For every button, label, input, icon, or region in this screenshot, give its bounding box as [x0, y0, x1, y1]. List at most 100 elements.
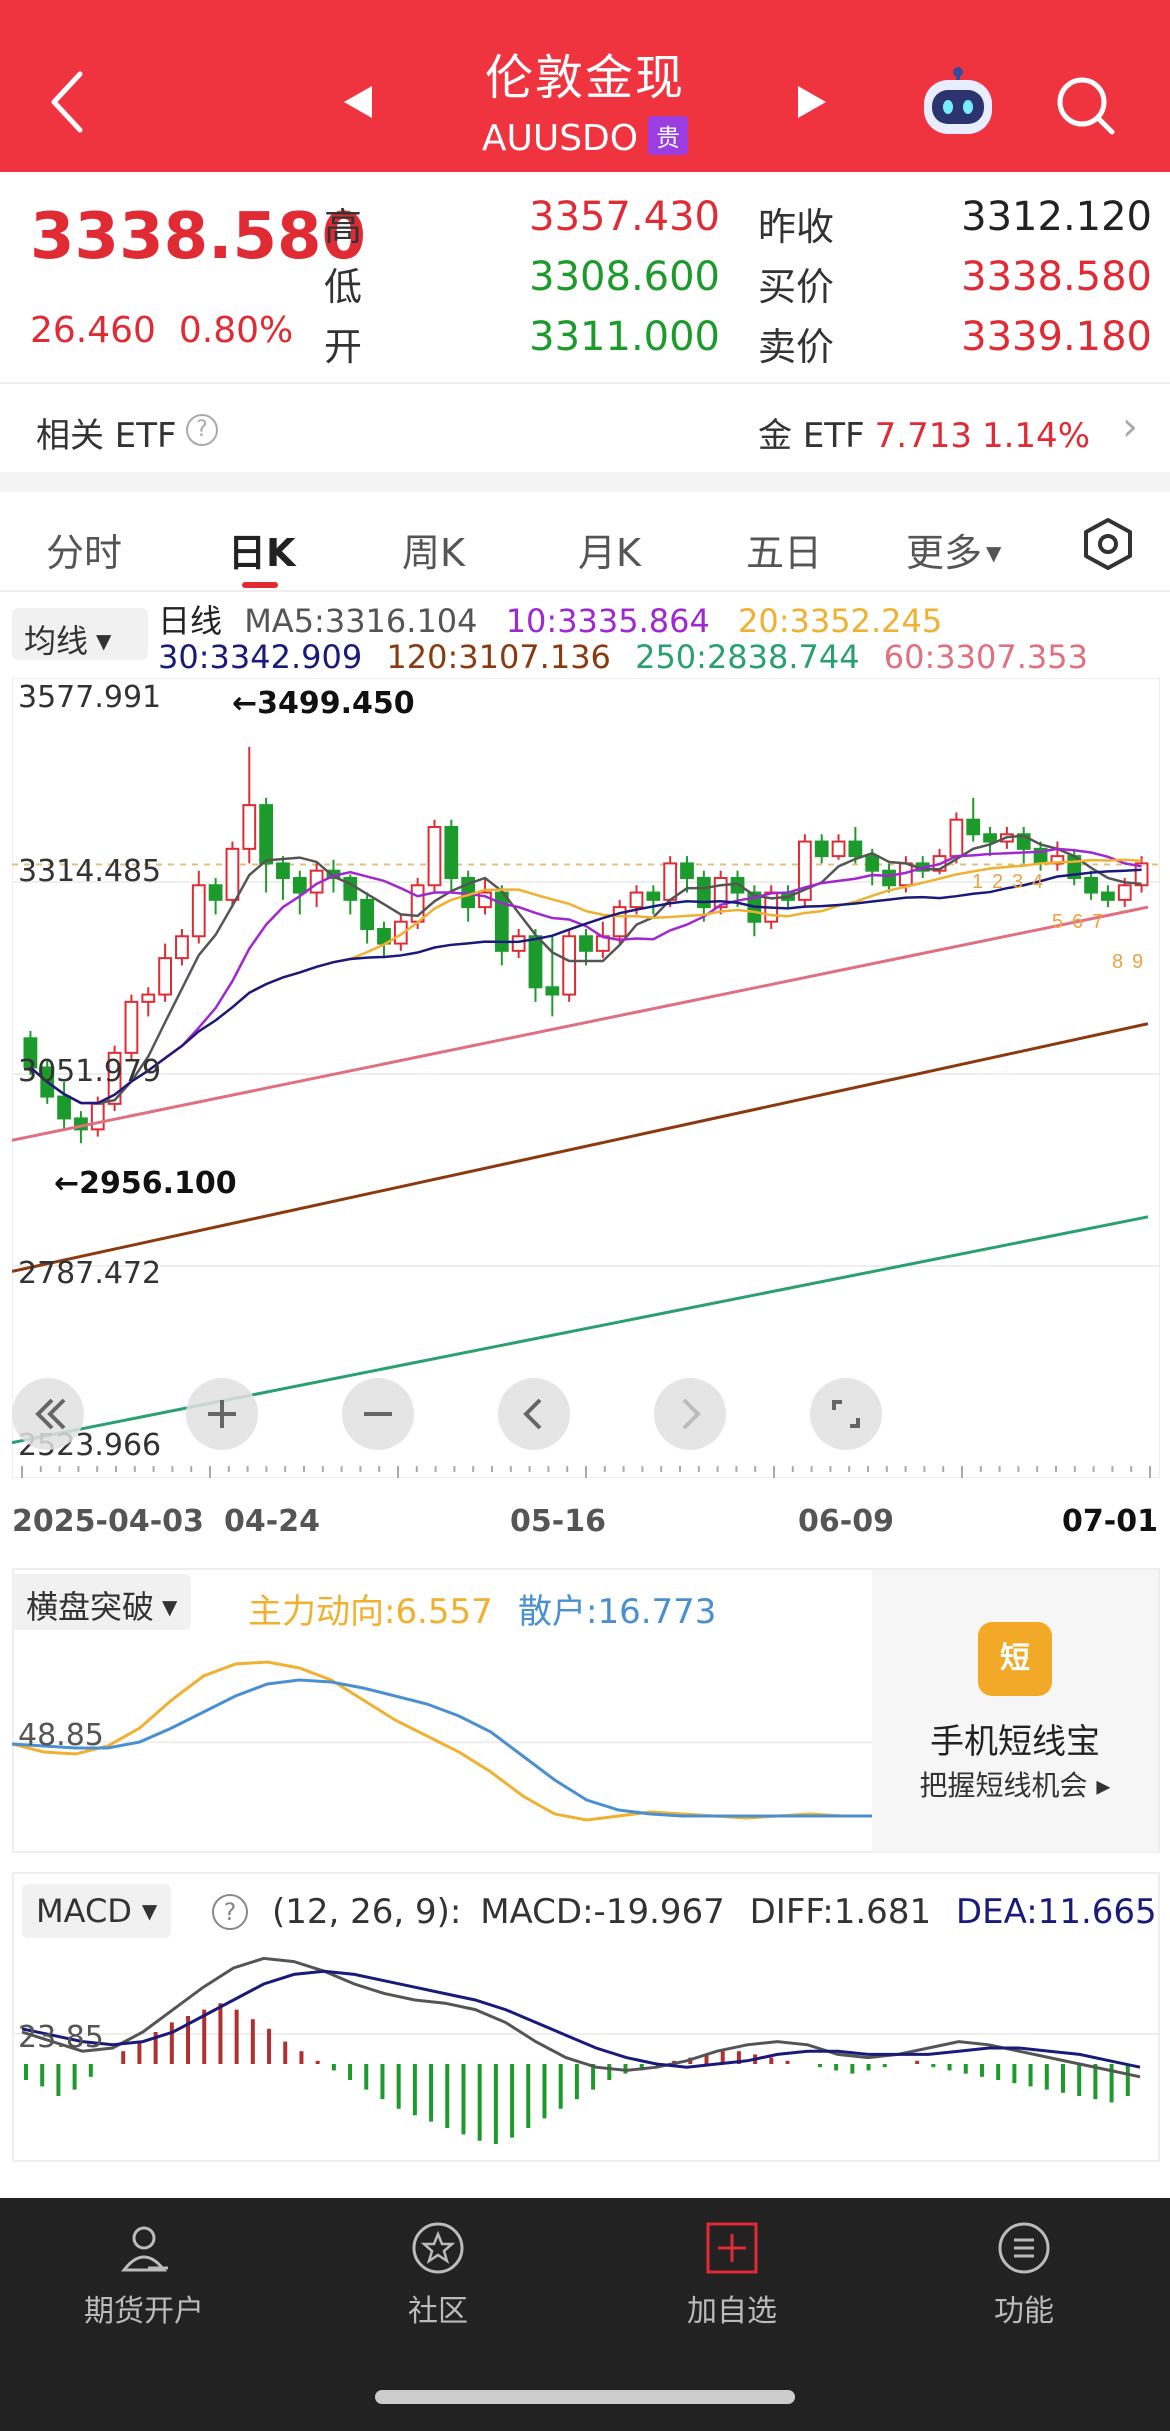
ma-title: 日线: [158, 602, 223, 640]
indicator-selector[interactable]: 横盘突破 ▼: [12, 1574, 192, 1630]
short-term-promo[interactable]: 短 手机短线宝 把握短线机会 ▸: [872, 1570, 1158, 1852]
tab-weekly[interactable]: 周K: [402, 522, 465, 577]
candle-body: [966, 818, 981, 836]
prev-instrument-icon[interactable]: [340, 82, 376, 122]
bid-value: 3338.580: [961, 254, 1152, 300]
related-etf-row[interactable]: 相关 ETF ? 金 ETF 7.713 1.14% ›: [0, 390, 1170, 470]
nav-community[interactable]: 社区: [338, 2218, 538, 2330]
indicator-y-label: 48.85: [18, 1718, 104, 1753]
x-axis-label-3: 05-16: [510, 1504, 606, 1539]
candle-body: [848, 840, 863, 858]
zoom-in-icon: [208, 1400, 236, 1428]
y-axis-label-3: 3051.979: [18, 1054, 162, 1089]
ma-legend-row-2: 30:3342.909 120:3107.136 250:2838.744 60…: [158, 638, 1088, 676]
tab-monthly[interactable]: 月K: [578, 522, 641, 577]
help-icon[interactable]: ?: [212, 1894, 248, 1930]
nav-open-account[interactable]: 期货开户: [44, 2218, 244, 2330]
zoom-out-icon: [364, 1412, 392, 1416]
candle-body: [646, 891, 661, 901]
candle-body: [427, 825, 442, 887]
category-badge: 贵: [648, 116, 689, 155]
macd-chart[interactable]: [12, 1944, 1160, 2160]
chevron-right-icon: ›: [1122, 404, 1138, 450]
candle-body: [1117, 884, 1132, 901]
symbol-code: AUUSDO: [481, 118, 639, 159]
etf-quote: 金 ETF 7.713 1.14%: [758, 408, 1090, 457]
candle-body: [545, 986, 560, 996]
change-value: 26.460: [30, 310, 156, 351]
search-icon[interactable]: [1052, 72, 1118, 138]
ma120-line: [12, 1022, 1149, 1273]
candle-body: [865, 855, 880, 872]
indicator-selector-label: 横盘突破: [26, 1588, 155, 1626]
step-marker-label: 5: [1052, 911, 1063, 933]
main-force-label: 主力动向:6.557: [248, 1592, 493, 1632]
nav-label: 功能: [994, 2294, 1054, 2329]
candle-body: [562, 935, 577, 996]
candle-body: [242, 804, 257, 850]
candle-body: [511, 935, 526, 952]
ma-selector[interactable]: 均线 ▼: [12, 608, 148, 660]
ma30-label: 30:3342.909: [158, 638, 363, 676]
collapse-button[interactable]: [12, 1378, 84, 1450]
settings-hexagon-icon[interactable]: [1080, 516, 1136, 572]
macd-selector-label: MACD: [36, 1892, 132, 1930]
high-marker: ←3499.450: [232, 686, 415, 721]
robot-assistant-icon[interactable]: [918, 66, 998, 140]
change-percent: 0.80%: [178, 310, 294, 351]
candle-body: [1101, 891, 1115, 901]
fullscreen-button[interactable]: [810, 1378, 882, 1450]
ma250-line: [12, 1215, 1149, 1445]
candle-body: [983, 833, 997, 843]
zoom-in-button[interactable]: [186, 1378, 258, 1450]
add-favorite-icon: [706, 2222, 758, 2274]
candlestick-chart[interactable]: 1 2 3 45 6 78 9: [12, 678, 1160, 1478]
period-tabs: 分时 日K 周K 月K 五日 更多 ▼: [0, 492, 1170, 592]
help-icon[interactable]: ?: [186, 414, 218, 446]
nav-label: 期货开户: [84, 2294, 204, 2329]
zoom-out-button[interactable]: [342, 1378, 414, 1450]
step-marker-label: 3: [1012, 871, 1023, 893]
tab-more-label: 更多: [906, 531, 983, 575]
nav-label: 社区: [408, 2294, 468, 2329]
promo-title: 手机短线宝: [930, 1722, 1100, 1762]
bid-label: 买价: [758, 265, 835, 309]
candle-body: [360, 898, 375, 930]
ma-legend-row-1: 日线 MA5:3316.104 10:3335.864 20:3352.245: [158, 596, 942, 642]
candle-body: [158, 957, 172, 996]
indicator-chart[interactable]: [12, 1630, 874, 1850]
community-icon: [412, 2222, 464, 2274]
y-axis-label-2: 3314.485: [18, 854, 162, 889]
open-value: 3311.000: [529, 314, 720, 360]
etf-label: 相关 ETF: [36, 416, 177, 456]
user-card-icon: [120, 2226, 168, 2272]
prev-close-value: 3312.120: [961, 194, 1152, 240]
nav-functions[interactable]: 功能: [924, 2218, 1124, 2330]
scroll-left-button[interactable]: [498, 1378, 570, 1450]
retail-label: 散户:16.773: [518, 1592, 717, 1632]
dropdown-arrow-icon: ▼: [986, 541, 1002, 565]
section-gap: [0, 472, 1170, 492]
etf-value: 7.713: [874, 416, 972, 456]
macd-legend: (12, 26, 9): MACD:-19.967 DIFF:1.681 DEA…: [272, 1892, 1157, 1932]
dropdown-arrow-icon: ▼: [141, 1899, 158, 1923]
last-price: 3338.580: [30, 200, 367, 274]
macd-selector[interactable]: MACD ▼: [22, 1884, 172, 1938]
tab-five-day[interactable]: 五日: [746, 522, 822, 577]
dropdown-arrow-icon: ▼: [96, 629, 112, 653]
tab-daily[interactable]: 日K: [228, 522, 295, 577]
x-axis-label-2: 04-24: [224, 1504, 320, 1539]
tab-intraday[interactable]: 分时: [46, 522, 122, 577]
tab-more[interactable]: 更多 ▼: [906, 522, 1001, 577]
candle-body: [528, 935, 543, 989]
step-marker-label: 6: [1072, 911, 1083, 933]
quote-divider: [0, 382, 1170, 384]
ask-value: 3339.180: [961, 314, 1152, 360]
low-marker: ←2956.100: [54, 1166, 237, 1201]
nav-add-favorite[interactable]: 加自选: [632, 2218, 832, 2330]
prev-close-label: 昨收: [758, 205, 835, 249]
scroll-right-button[interactable]: [654, 1378, 726, 1450]
candle-body: [259, 804, 274, 865]
candle-body: [949, 818, 964, 858]
next-instrument-icon[interactable]: [794, 82, 830, 122]
